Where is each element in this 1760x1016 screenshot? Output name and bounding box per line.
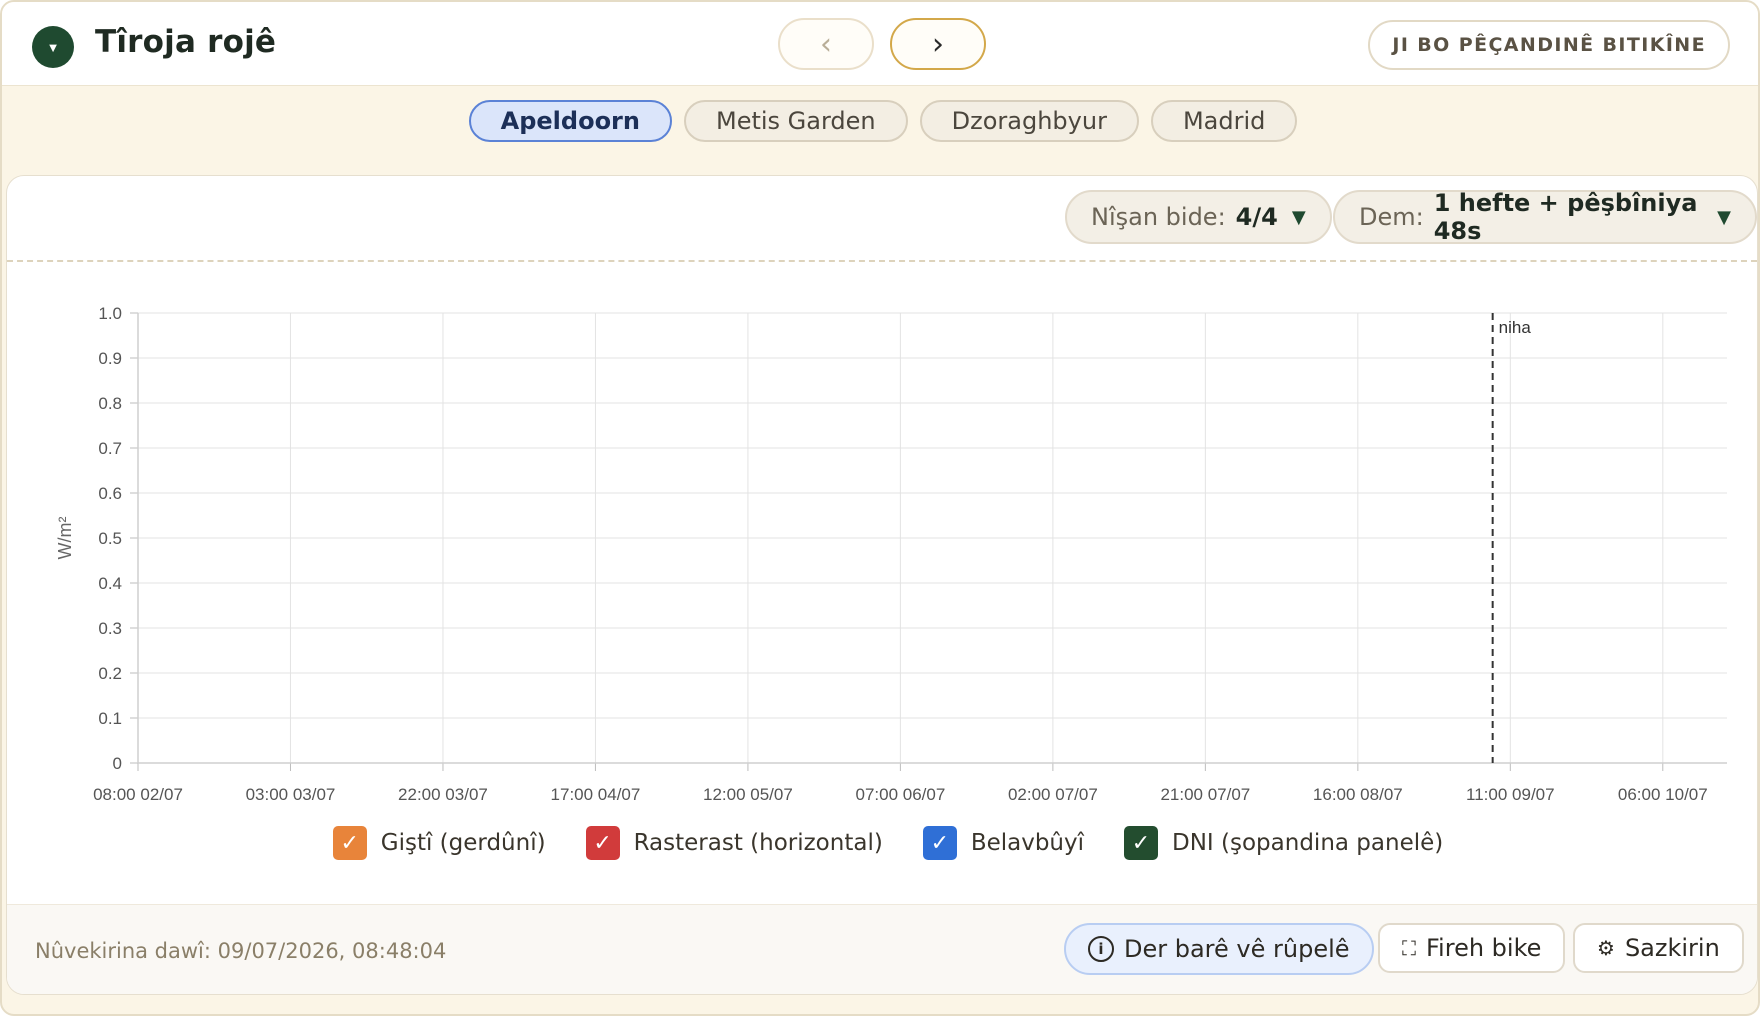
location-tabs: Apeldoorn Metis Garden Dzoraghbyur Madri… xyxy=(2,100,1758,154)
next-button[interactable]: › xyxy=(890,18,986,70)
y-tick-label: 0.2 xyxy=(98,664,122,683)
caret-down-icon: ▼ xyxy=(1291,206,1306,228)
period-select[interactable]: Dem: 1 hefte + pêşbîniya 48s ▼ xyxy=(1333,189,1757,245)
y-tick-label: 0.7 xyxy=(98,439,122,458)
tab-metis-garden[interactable]: Metis Garden xyxy=(683,100,908,142)
chevron-left-icon: ‹ xyxy=(820,26,832,62)
x-tick-label: 22:00 03/07 xyxy=(398,785,488,804)
y-tick-label: 0.4 xyxy=(98,574,122,593)
y-tick-label: 0.1 xyxy=(98,709,122,728)
x-tick-label: 08:00 02/07 xyxy=(93,785,183,804)
y-axis-label: W/m² xyxy=(55,517,75,560)
expand-label: Fireh bike xyxy=(1426,934,1542,962)
settings-label: Sazkirin xyxy=(1624,934,1720,962)
y-tick-label: 1.0 xyxy=(98,304,122,323)
x-tick-label: 06:00 10/07 xyxy=(1618,785,1708,804)
x-tick-label: 02:00 07/07 xyxy=(1008,785,1098,804)
legend-label: Giştî (gerdûnî) xyxy=(380,830,546,856)
expand-button[interactable]: ⛶ Fireh bike xyxy=(1378,923,1566,973)
x-tick-label: 16:00 08/07 xyxy=(1313,785,1403,804)
legend-label: Belavbûyî xyxy=(970,830,1085,856)
top-bar: ▼ Tîroja rojê ‹ › JI BO PÊÇANDINÊ BITIKÎ… xyxy=(2,2,1758,86)
x-tick-label: 03:00 03/07 xyxy=(246,785,336,804)
x-tick-label: 12:00 05/07 xyxy=(703,785,793,804)
chart-controls: Nîşan bide: 4/4 ▼ Dem: 1 hefte + pêşbîni… xyxy=(7,176,1757,262)
page-title: Tîroja rojê xyxy=(95,24,277,60)
legend-item-global[interactable]: ✓ Giştî (gerdûnî) xyxy=(332,826,546,860)
chart-card: Nîşan bide: 4/4 ▼ Dem: 1 hefte + pêşbîni… xyxy=(6,175,1758,995)
checkbox-icon: ✓ xyxy=(1124,826,1159,860)
prev-button[interactable]: ‹ xyxy=(778,18,874,70)
chevron-right-icon: › xyxy=(932,26,944,62)
collapse-chevron-icon[interactable]: ▼ xyxy=(32,26,74,68)
info-icon: i xyxy=(1088,936,1114,962)
x-tick-label: 07:00 06/07 xyxy=(855,785,945,804)
y-tick-label: 0.5 xyxy=(98,529,122,548)
about-page-button[interactable]: i Der barê vê rûpelê xyxy=(1064,923,1374,975)
print-report-button[interactable]: JI BO PÊÇANDINÊ BITIKÎNE xyxy=(1368,20,1730,70)
about-page-label: Der barê vê rûpelê xyxy=(1124,935,1350,963)
x-tick-label: 11:00 09/07 xyxy=(1466,785,1555,804)
y-tick-label: 0.9 xyxy=(98,349,122,368)
tab-madrid[interactable]: Madrid xyxy=(1150,100,1298,142)
legend-item-dni[interactable]: ✓ DNI (şopandina panelê) xyxy=(1124,826,1443,860)
chart-legend: ✓ Giştî (gerdûnî) ✓ Rasterast (horizonta… xyxy=(7,826,1757,860)
now-marker-label: niha xyxy=(1499,318,1532,337)
y-tick-label: 0.8 xyxy=(98,394,122,413)
legend-item-diffuse[interactable]: ✓ Belavbûyî xyxy=(922,826,1085,860)
expand-icon: ⛶ xyxy=(1402,936,1416,960)
caret-down-icon: ▼ xyxy=(1717,206,1731,228)
irradiance-chart: 0 0.1 0.2 0.3 0.4 0.5 0.6 0.7 0.8 0.9 1.0 08:00 02/… xyxy=(55,304,1727,804)
legend-label: DNI (şopandina panelê) xyxy=(1172,830,1444,856)
card-footer: Nûvekirina dawî: 09/07/2026, 08:48:04 i … xyxy=(7,904,1757,994)
settings-button[interactable]: ⚙ Sazkirin xyxy=(1573,923,1744,973)
tab-apeldoorn[interactable]: Apeldoorn xyxy=(468,100,672,142)
y-tick-label: 0 xyxy=(113,754,122,773)
checkbox-icon: ✓ xyxy=(922,826,957,860)
x-tick-label: 21:00 07/07 xyxy=(1160,785,1250,804)
y-tick-label: 0.6 xyxy=(98,484,122,503)
series-filter-select[interactable]: Nîşan bide: 4/4 ▼ xyxy=(1065,190,1332,244)
legend-label: Rasterast (horizontal) xyxy=(633,830,883,856)
period-value: 1 hefte + pêşbîniya 48s xyxy=(1433,189,1698,245)
series-filter-value: 4/4 xyxy=(1235,203,1278,231)
period-label: Dem: xyxy=(1359,203,1424,231)
checkbox-icon: ✓ xyxy=(332,826,367,860)
legend-item-direct[interactable]: ✓ Rasterast (horizontal) xyxy=(585,826,883,860)
y-tick-label: 0.3 xyxy=(98,619,122,638)
checkbox-icon: ✓ xyxy=(585,826,620,860)
tab-dzoraghbyur[interactable]: Dzoraghbyur xyxy=(919,100,1139,142)
app-window: ▼ Tîroja rojê ‹ › JI BO PÊÇANDINÊ BITIKÎ… xyxy=(0,0,1760,1016)
last-updated: Nûvekirina dawî: 09/07/2026, 08:48:04 xyxy=(35,939,447,963)
gear-icon: ⚙ xyxy=(1597,936,1615,960)
series-filter-label: Nîşan bide: xyxy=(1091,203,1226,231)
x-tick-label: 17:00 04/07 xyxy=(551,785,641,804)
